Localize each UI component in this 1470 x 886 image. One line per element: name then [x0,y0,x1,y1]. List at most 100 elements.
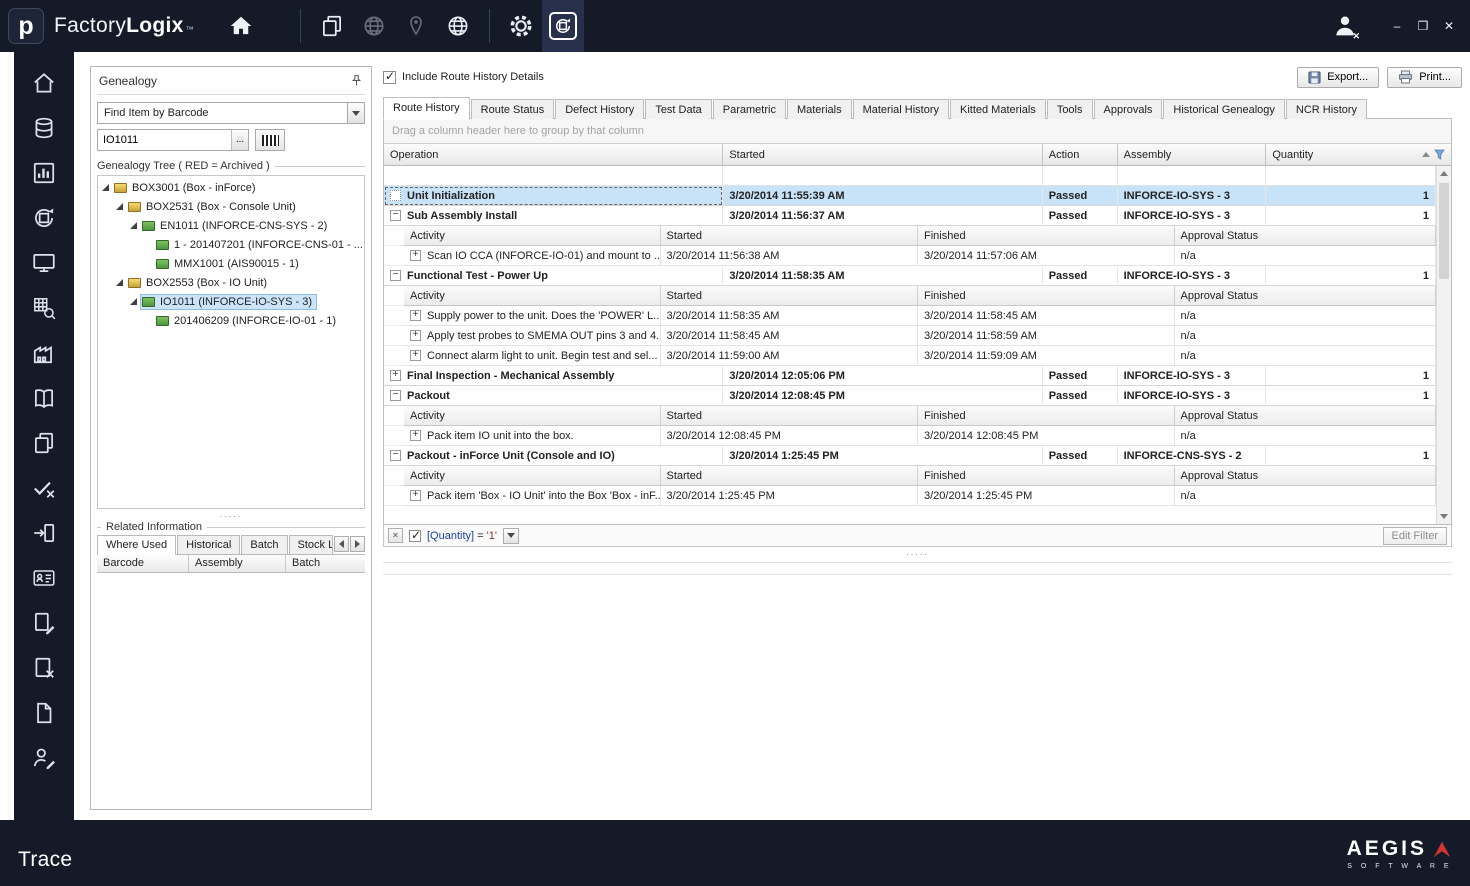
tree-node[interactable]: EN1011 (INFORCE-CNS-SYS - 2) [98,216,364,235]
tab-route-history[interactable]: Route History [383,97,470,120]
column-header-approval-status[interactable]: Approval Status [1174,466,1436,486]
sidebar-item-badge[interactable] [27,563,61,593]
sidebar-item-document[interactable] [27,698,61,728]
column-header-barcode[interactable]: Barcode [97,555,189,573]
column-header-finished[interactable]: Finished [918,466,1175,486]
filter-funnel-icon[interactable] [1434,149,1445,160]
include-details-checkbox[interactable] [383,69,396,84]
column-header-quantity[interactable]: Quantity [1266,144,1451,166]
tab-approvals[interactable]: Approvals [1093,99,1163,119]
activity-row[interactable]: Pack item IO unit into the box. 3/20/201… [384,426,1436,446]
tree-node[interactable]: BOX2553 (Box - IO Unit) [98,273,364,292]
tab-test-data[interactable]: Test Data [645,99,712,119]
tab-historical[interactable]: Historical [177,535,241,554]
collapse-icon[interactable] [390,270,401,281]
trace-tool-button[interactable] [541,0,584,52]
scroll-down-icon[interactable] [1437,509,1451,524]
barcode-input[interactable] [97,129,249,151]
tab-tools[interactable]: Tools [1046,99,1093,119]
sidebar-item-production[interactable] [27,113,61,143]
expand-icon[interactable] [410,430,421,441]
column-header-approval-status[interactable]: Approval Status [1174,286,1436,306]
sidebar-item-work-instructions[interactable] [27,608,61,638]
user-logout-button[interactable]: ✕ [1324,0,1366,52]
column-header-started[interactable]: Started [660,466,918,486]
operation-row[interactable]: Unit Initialization 3/20/2014 11:55:39 A… [384,186,1436,206]
tab-batch[interactable]: Batch [241,535,288,554]
settings-button[interactable] [500,0,542,52]
pin-icon[interactable] [350,74,363,87]
auto-filter-row[interactable] [384,166,1436,186]
column-header-finished[interactable]: Finished [918,286,1175,306]
operation-row[interactable]: Final Inspection - Mechanical Assembly 3… [384,366,1436,386]
export-button[interactable]: Export... [1297,66,1380,88]
tab-ncr-history[interactable]: NCR History [1285,99,1368,119]
column-header-finished[interactable]: Finished [918,406,1175,426]
expanded-triangle-icon[interactable] [102,184,109,191]
tree-node[interactable]: 1 - 201407201 (INFORCE-CNS-01 - ... [98,235,364,254]
tab-route-status[interactable]: Route Status [470,99,555,119]
sidebar-item-operator-signoff[interactable] [27,743,61,773]
tree-node[interactable]: MMX1001 (AIS90015 - 1) [98,254,364,273]
column-header-finished[interactable]: Finished [918,226,1175,246]
sidebar-item-home[interactable] [27,68,61,98]
sidebar-item-documents[interactable] [27,428,61,458]
column-header-activity[interactable]: Activity [404,406,661,426]
filter-dropdown-icon[interactable] [502,527,519,544]
home-button[interactable] [220,0,262,52]
search-mode-dropdown[interactable]: Find Item by Barcode [97,102,365,124]
edit-filter-button[interactable]: Edit Filter [1382,526,1447,545]
tab-where-used[interactable]: Where Used [97,535,177,555]
scroll-up-icon[interactable] [1437,166,1451,181]
panel-splitter[interactable]: ..... [383,547,1452,559]
group-by-panel[interactable]: Drag a column header here to group by th… [384,119,1451,144]
minimize-button[interactable]: – [1384,13,1410,39]
expand-icon[interactable] [410,250,421,261]
expand-icon[interactable] [410,310,421,321]
operation-row[interactable]: Sub Assembly Install 3/20/2014 11:56:37 … [384,206,1436,226]
operation-row[interactable]: Packout - inForce Unit (Console and IO) … [384,446,1436,466]
column-header-approval-status[interactable]: Approval Status [1174,406,1436,426]
tab-kitted-materials[interactable]: Kitted Materials [950,99,1046,119]
tab-material-history[interactable]: Material History [852,99,949,119]
network-globe-button[interactable] [353,0,395,52]
tree-node[interactable]: BOX3001 (Box - inForce) [98,178,364,197]
tab-stock-locations[interactable]: Stock Lo [288,535,333,554]
column-header-assembly[interactable]: Assembly [1117,144,1267,166]
column-header-activity[interactable]: Activity [404,286,661,306]
sidebar-item-reports[interactable] [27,158,61,188]
column-header-assembly[interactable]: Assembly [189,555,286,573]
column-header-batch[interactable]: Batch [286,555,365,573]
filter-expression[interactable]: [Quantity] = '1' [427,530,497,542]
column-header-activity[interactable]: Activity [404,226,661,246]
clear-filter-icon[interactable] [388,528,403,543]
expand-icon[interactable] [410,490,421,501]
panel-splitter[interactable]: ..... [97,509,365,521]
column-header-operation[interactable]: Operation [384,144,724,166]
sidebar-item-data-query[interactable] [27,293,61,323]
expanded-triangle-icon[interactable] [130,222,137,229]
expand-icon[interactable] [410,350,421,361]
tab-defect-history[interactable]: Defect History [555,99,645,119]
sidebar-item-receiving[interactable] [27,518,61,548]
collapse-icon[interactable] [390,210,401,221]
collapse-icon[interactable] [390,450,401,461]
web-globe-button[interactable] [437,0,479,52]
column-header-activity[interactable]: Activity [404,466,661,486]
activity-row[interactable]: Supply power to the unit. Does the 'POWE… [384,306,1436,326]
vertical-scrollbar[interactable] [1436,166,1451,524]
sidebar-item-library[interactable] [27,383,61,413]
column-header-started[interactable]: Started [660,226,918,246]
tree-node-selected[interactable]: IO1011 (INFORCE-IO-SYS - 3) [98,292,364,311]
column-header-approval-status[interactable]: Approval Status [1174,226,1436,246]
tab-scroll-right-icon[interactable] [350,536,365,552]
close-button[interactable]: ✕ [1436,13,1462,39]
column-header-started[interactable]: Started [660,406,918,426]
operation-row[interactable]: Packout 3/20/2014 12:08:45 PM Passed INF… [384,386,1436,406]
sidebar-item-document-cancel[interactable] [27,653,61,683]
sidebar-item-station-monitor[interactable] [27,248,61,278]
browse-ellipsis-button[interactable]: ... [231,130,248,150]
sidebar-item-trace[interactable] [27,203,61,233]
location-pin-button[interactable] [395,0,437,52]
activity-row[interactable]: Apply test probes to SMEMA OUT pins 3 an… [384,326,1436,346]
